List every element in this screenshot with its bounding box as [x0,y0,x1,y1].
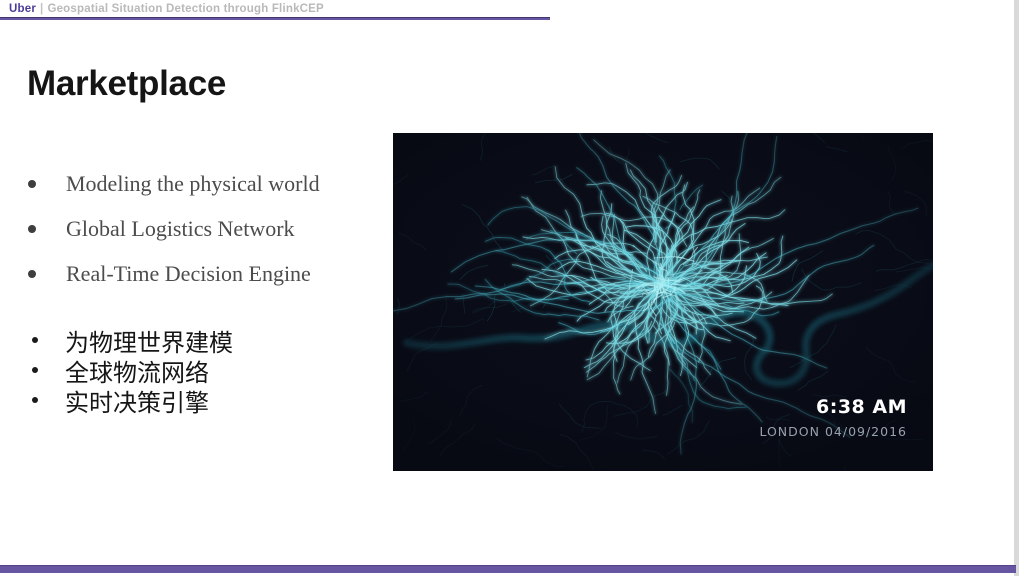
bullet-dot [32,367,38,373]
bullet-item: 为物理世界建模 [28,325,233,357]
map-image: 6:38 AM LONDON 04/09/2016 [393,133,933,471]
bullet-list-en: Modeling the physical world Global Logis… [28,161,320,296]
slide-right-border [1014,0,1019,576]
brand-logo-text: Uber [9,3,37,15]
bullet-item-label: Modeling the physical world [66,170,320,196]
bullet-dot [32,397,38,403]
bullet-dot [32,337,38,343]
bullet-item: Modeling the physical world [28,161,320,206]
slide: Uber | Geospatial Situation Detection thro… [0,0,1024,576]
header-rule [0,17,550,20]
clock-time: 6:38 AM [816,396,907,418]
bullet-item: 实时决策引擎 [28,385,233,417]
header-separator: | [40,3,44,15]
bullet-list-zh: 为物理世界建模 全球物流网络 实时决策引擎 [28,325,233,417]
bullet-item-label: Global Logistics Network [66,215,295,241]
bullet-dot [28,179,36,188]
deck-header: Uber | Geospatial Situation Detection thro… [9,3,324,15]
clock-location-date: LONDON 04/09/2016 [759,424,907,439]
bullet-item: Global Logistics Network [28,206,320,251]
road-network-svg [393,133,933,471]
deck-title: Geospatial Situation Detection through F… [47,3,324,15]
bullet-dot [28,224,36,233]
bullet-item: 全球物流网络 [28,355,233,387]
bullet-item-label: 实时决策引擎 [65,390,209,417]
bullet-item: Real-Time Decision Engine [28,251,320,296]
page-title: Marketplace [27,64,227,103]
slide-bottom-bar [0,565,1016,573]
bullet-item-label: Real-Time Decision Engine [66,260,311,286]
bullet-dot [28,269,36,278]
